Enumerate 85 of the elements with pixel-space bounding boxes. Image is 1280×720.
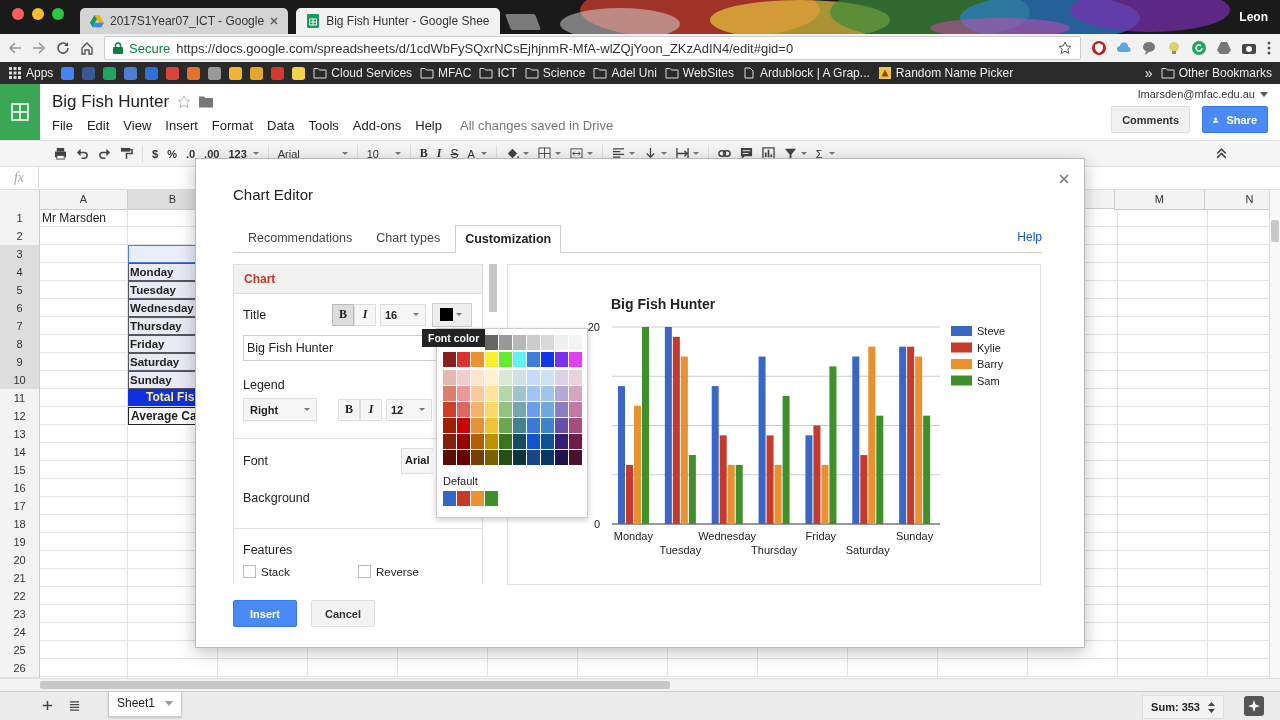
menu-item[interactable]: Tools xyxy=(308,117,339,133)
document-title[interactable]: Big Fish Hunter xyxy=(52,91,170,112)
profile-name[interactable]: Leon xyxy=(1239,10,1268,24)
dialog-title: Chart Editor xyxy=(233,185,314,203)
menu-item[interactable]: View xyxy=(123,117,152,133)
bold-button[interactable]: B xyxy=(338,398,360,421)
more-formats-button[interactable]: 123 xyxy=(228,147,259,160)
menu-item[interactable]: Insert xyxy=(165,117,198,133)
menu-item[interactable]: Edit xyxy=(86,117,110,133)
bookmark[interactable]: Apps xyxy=(8,66,54,80)
font-size-dropdown[interactable]: 12 xyxy=(386,398,432,421)
bold-button[interactable]: B xyxy=(419,146,428,161)
italic-button[interactable]: I xyxy=(360,398,382,421)
menu-item[interactable]: Format xyxy=(211,117,253,133)
browser-tab[interactable]: 2017S1Year07_ICT - Google xyxy=(80,8,289,34)
text-color-button[interactable]: A xyxy=(467,147,487,160)
cancel-button[interactable]: Cancel xyxy=(311,600,375,627)
field-label: Legend xyxy=(242,377,285,392)
sheet-tab[interactable]: Sheet1 xyxy=(108,692,183,717)
row-header[interactable]: 26 xyxy=(0,659,40,678)
legend-position-dropdown[interactable]: Right xyxy=(243,398,317,421)
menu-item[interactable]: File xyxy=(52,117,73,133)
legend-label: Steve xyxy=(977,325,1006,337)
bookmark-folder[interactable]: Science xyxy=(524,66,586,80)
axis-label: Wednesday xyxy=(698,530,757,542)
font-dropdown[interactable]: Arial xyxy=(401,448,433,474)
account-name[interactable]: lmarsden@mfac.edu.au xyxy=(1138,88,1268,100)
font-size-dropdown[interactable]: 10 xyxy=(366,147,401,160)
formula-label: fx xyxy=(0,167,39,189)
tab[interactable]: Recommendations xyxy=(239,231,362,252)
strikethrough-button[interactable]: S xyxy=(450,146,459,161)
italic-button[interactable]: I xyxy=(354,303,376,326)
field-label: Background xyxy=(242,490,310,505)
legend-label: Kylie xyxy=(977,341,1001,354)
column-header[interactable]: A xyxy=(40,190,128,210)
font-size-dropdown[interactable]: 16 xyxy=(380,303,426,326)
menu-item[interactable]: Add-ons xyxy=(352,117,402,133)
checkbox[interactable]: Reverse xyxy=(358,565,473,578)
axis-label: Monday xyxy=(613,530,653,542)
chart-title: Big Fish Hunter xyxy=(611,296,716,312)
tooltip: Font color xyxy=(422,329,486,347)
functions-button[interactable]: Σ xyxy=(815,147,835,160)
bookmark-folder[interactable]: Adel Uni xyxy=(593,66,657,80)
axis-label: Tuesday xyxy=(659,544,702,556)
axis-label: Saturday xyxy=(845,544,890,556)
section-label: Default xyxy=(443,475,479,487)
field-label: Font xyxy=(243,454,268,468)
bookmark-folder[interactable]: Other Bookmarks xyxy=(1160,66,1272,80)
decrease-decimals-button[interactable]: .0 xyxy=(185,147,196,160)
font-dropdown[interactable]: Arial xyxy=(277,147,348,160)
axis-label: 0 xyxy=(593,518,600,530)
checkbox[interactable]: Stack xyxy=(243,565,358,578)
legend-label: Sam xyxy=(977,374,1000,387)
increase-decimals-button[interactable]: .00 xyxy=(204,147,220,160)
address-field[interactable]: Secure https://docs.google.com/spreadsheets/d/1cdWbFySQxrNCsEjhjnmR-MfA-wlZQjYoon_ZKzAdIN4/edit#gid=0 xyxy=(104,36,1081,60)
bookmark-folder[interactable]: ICT xyxy=(479,66,517,80)
currency-button[interactable]: $ xyxy=(152,147,159,160)
legend-label: Barry xyxy=(977,358,1004,370)
percent-button[interactable]: % xyxy=(167,147,177,160)
axis-label: Friday xyxy=(805,530,837,542)
more-bookmarks-button[interactable]: » xyxy=(1144,65,1153,81)
axis-label: 20 xyxy=(587,321,600,333)
comments-button[interactable]: Comments xyxy=(1111,106,1190,133)
bookmark[interactable]: Ardublock | A Grap... xyxy=(741,66,870,80)
menu-item[interactable]: Data xyxy=(267,117,295,133)
tab[interactable]: Chart types xyxy=(367,231,450,252)
section-label: Features xyxy=(242,542,293,557)
bookmark-folder[interactable]: Cloud Services xyxy=(313,66,413,80)
italic-button[interactable]: I xyxy=(436,146,442,161)
field-label: Title xyxy=(243,307,267,322)
column-header[interactable]: M xyxy=(1114,190,1205,210)
help-link[interactable]: Help xyxy=(1017,230,1042,252)
bold-button[interactable]: B xyxy=(332,303,354,326)
bookmark[interactable]: Random Name Picker xyxy=(877,66,1014,80)
section-heading: Chart xyxy=(244,272,276,286)
bookmark-folder[interactable]: MFAC xyxy=(420,66,472,80)
table-cell[interactable]: Mr Marsden xyxy=(42,211,106,225)
sum-display[interactable]: Sum: 353 xyxy=(1142,695,1224,719)
axis-label: Thursday xyxy=(751,544,797,556)
menu-item[interactable]: Help xyxy=(415,117,442,133)
tab[interactable]: Customization xyxy=(455,225,562,253)
axis-label: Sunday xyxy=(895,530,934,542)
save-status[interactable]: All changes saved in Drive xyxy=(460,117,614,133)
browser-tab[interactable]: Big Fish Hunter - Google Shee xyxy=(296,8,500,34)
bookmark-folder[interactable]: WebSites xyxy=(664,66,734,80)
